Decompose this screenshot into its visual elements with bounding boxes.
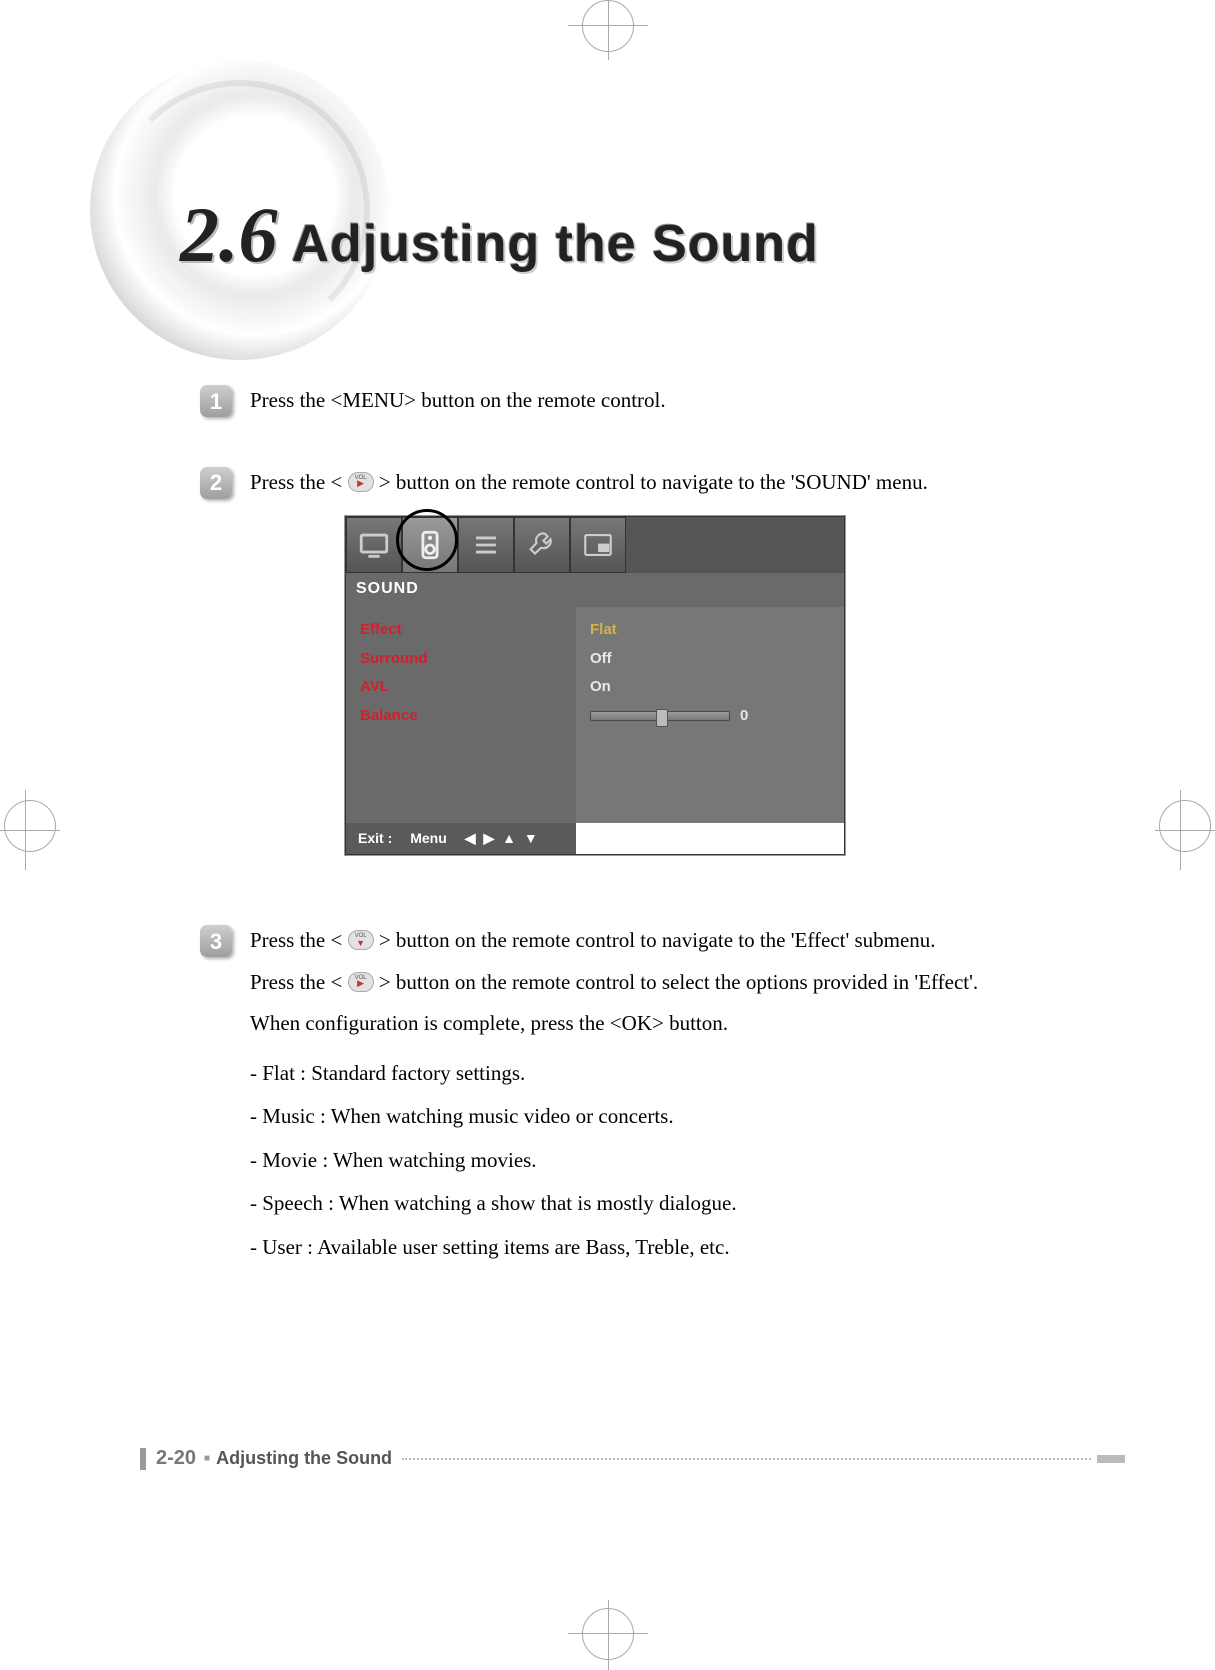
step-1-text: Press the <MENU> button on the remote co… — [250, 385, 1105, 417]
osd-balance-slider[interactable] — [590, 711, 730, 721]
osd-label-effect[interactable]: Effect — [360, 619, 402, 642]
footer-page-number: 2-20 — [156, 1447, 196, 1470]
step-badge-1: 1 — [200, 385, 232, 417]
page-footer: 2-20 ■ Adjusting the Sound — [140, 1447, 1125, 1470]
osd-value-effect: Flat — [590, 619, 617, 642]
speaker-icon — [413, 528, 447, 562]
footer-end-bar — [1097, 1455, 1125, 1463]
footer-section-title: Adjusting the Sound — [216, 1448, 392, 1469]
osd-arrow-icons: ◀ ▶ ▲ ▼ — [465, 828, 540, 849]
footer-bar-icon — [140, 1448, 146, 1470]
step-badge-3: 3 — [200, 925, 232, 957]
osd-header: SOUND — [346, 573, 844, 607]
step-3-line-1: Press the < > button on the remote contr… — [250, 925, 1105, 957]
osd-footer: Exit : Menu ◀ ▶ ▲ ▼ — [346, 823, 576, 854]
osd-tabs — [346, 517, 844, 573]
osd-label-surround[interactable]: Surround — [360, 648, 428, 671]
osd-tab-picture[interactable] — [346, 517, 402, 573]
step-3: 3 Press the < > button on the remote con… — [200, 925, 1105, 1275]
effect-option-user: - User : Available user setting items ar… — [250, 1232, 1105, 1264]
section-number: 2.6 — [180, 190, 278, 280]
volume-right-icon — [348, 972, 374, 992]
volume-down-icon — [348, 930, 374, 950]
pip-icon — [581, 528, 615, 562]
tv-icon — [357, 528, 391, 562]
section-heading: 2.6 Adjusting the Sound — [180, 190, 1135, 280]
step-3-line-2: Press the < > button on the remote contr… — [250, 967, 1105, 999]
osd-header-label: SOUND — [356, 577, 586, 601]
osd-menu-label: Menu — [410, 828, 447, 849]
osd-value-avl: On — [590, 676, 611, 699]
osd-tab-sound[interactable] — [402, 517, 458, 573]
crop-mark-bottom — [578, 1608, 638, 1660]
crop-mark-top — [578, 0, 638, 52]
step-badge-2: 2 — [200, 467, 232, 499]
volume-right-icon — [348, 472, 374, 492]
footer-square-icon: ■ — [204, 1453, 210, 1464]
osd-tab-channel[interactable] — [458, 517, 514, 573]
step-2-text: Press the < > button on the remote contr… — [250, 467, 1105, 499]
osd-label-avl[interactable]: AVL — [360, 676, 389, 699]
crop-mark-left — [0, 800, 60, 860]
step-1: 1 Press the <MENU> button on the remote … — [200, 385, 1105, 427]
effect-option-speech: - Speech : When watching a show that is … — [250, 1188, 1105, 1220]
osd-sound-menu: SOUND Effect Surround AVL Balance Flat O… — [345, 516, 845, 855]
wrench-icon — [525, 528, 559, 562]
section-title: Adjusting the Sound — [292, 214, 819, 274]
osd-label-balance[interactable]: Balance — [360, 705, 418, 728]
osd-exit-label: Exit : — [358, 828, 392, 849]
list-icon — [469, 528, 503, 562]
effect-option-music: - Music : When watching music video or c… — [250, 1101, 1105, 1133]
osd-tab-setup[interactable] — [514, 517, 570, 573]
step-3-line-3: When configuration is complete, press th… — [250, 1008, 1105, 1040]
osd-value-balance: 0 — [740, 705, 748, 728]
osd-tab-pip[interactable] — [570, 517, 626, 573]
osd-value-surround: Off — [590, 648, 612, 671]
effect-option-movie: - Movie : When watching movies. — [250, 1145, 1105, 1177]
footer-dotted-line — [402, 1458, 1091, 1460]
step-2: 2 Press the < > button on the remote con… — [200, 467, 1105, 886]
effect-option-flat: - Flat : Standard factory settings. — [250, 1058, 1105, 1090]
crop-mark-right — [1155, 800, 1215, 860]
